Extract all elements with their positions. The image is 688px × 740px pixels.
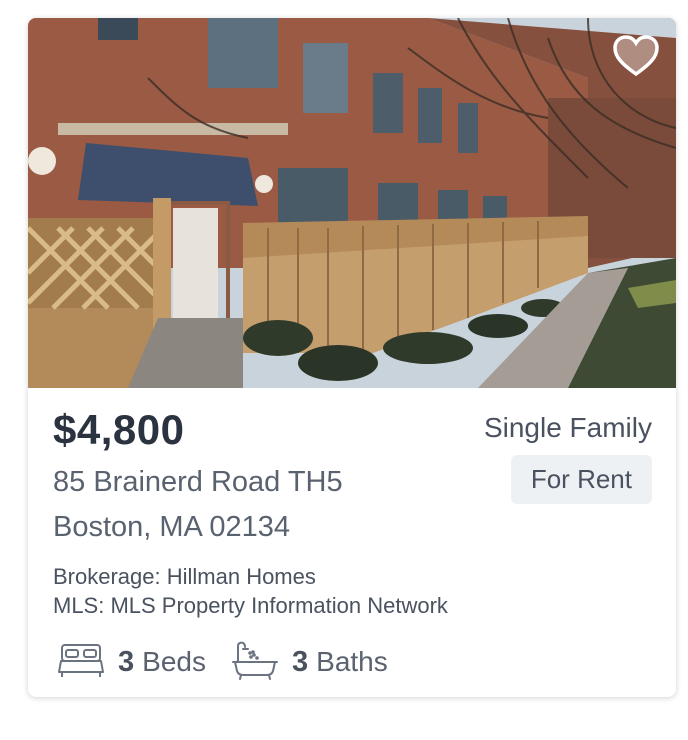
bed-icon — [58, 642, 104, 683]
listing-card[interactable]: $4,800 Single Family For Rent 85 Brainer… — [28, 18, 676, 697]
beds-label: Beds — [142, 646, 206, 677]
baths-count: 3 — [292, 645, 309, 678]
bathtub-icon — [232, 640, 278, 685]
listing-price: $4,800 — [53, 406, 185, 453]
listing-details: $4,800 Single Family For Rent 85 Brainer… — [28, 388, 676, 697]
property-type: Single Family — [483, 412, 652, 443]
address-street[interactable]: 85 Brainerd Road TH5 — [53, 466, 343, 499]
brokerage-text: Brokerage: Hillman Homes — [53, 564, 316, 589]
address-city[interactable]: Boston, MA 02134 — [53, 511, 290, 544]
baths-label: Baths — [316, 646, 388, 677]
listing-photo[interactable] — [28, 18, 676, 388]
status-badge: For Rent — [510, 455, 652, 504]
mls-text: MLS: MLS Property Information Network — [53, 593, 448, 618]
baths-feature: 3 Baths — [232, 640, 388, 685]
favorite-heart-icon[interactable] — [612, 34, 660, 78]
beds-feature: 3 Beds — [58, 642, 206, 682]
beds-count: 3 — [118, 645, 135, 678]
